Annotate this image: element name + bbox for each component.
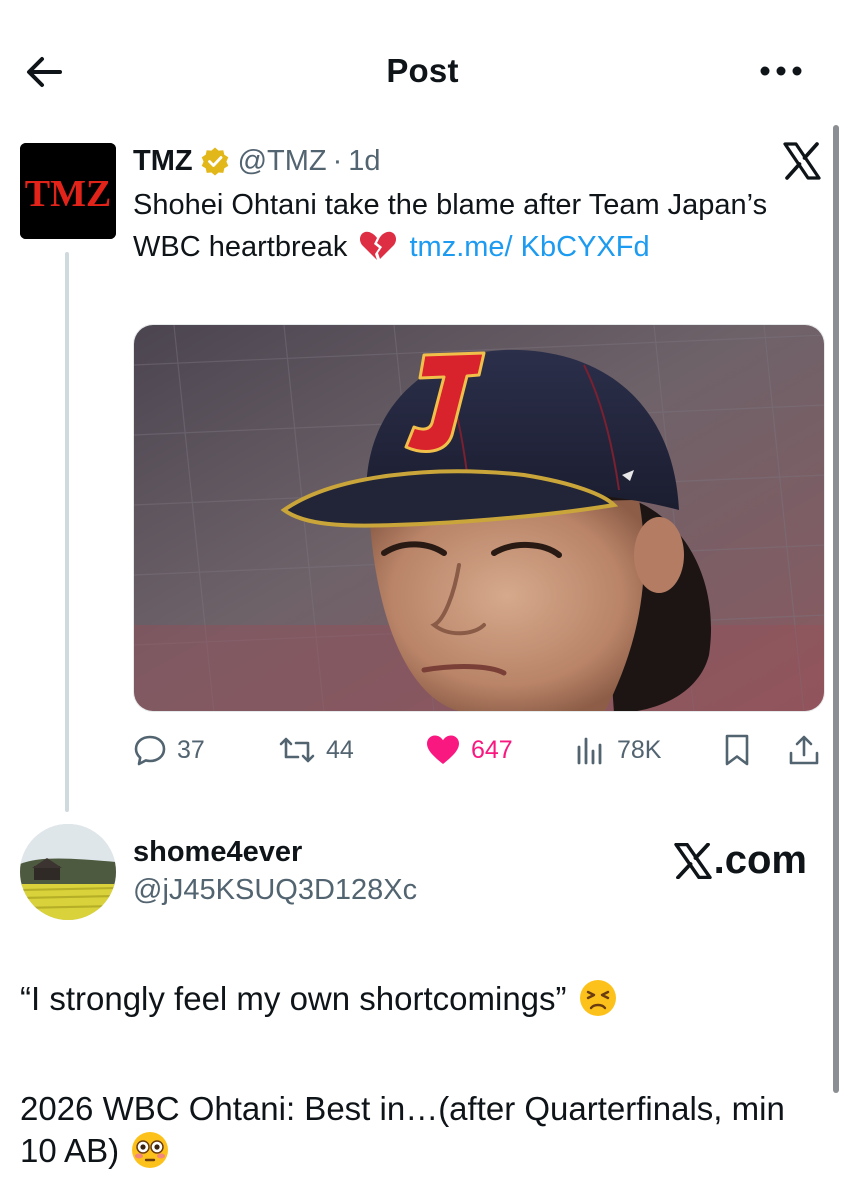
tweet-media-image[interactable] (133, 324, 825, 712)
views-icon (577, 737, 602, 765)
page-title: Post (386, 52, 459, 89)
like-icon (427, 735, 459, 764)
thread-connector (65, 252, 69, 812)
quoted-timestamp[interactable]: 1d (348, 145, 380, 178)
post-text-line-1: “I strongly feel my own shortcomings” (20, 978, 810, 1020)
tmz-avatar[interactable]: TMZ (20, 143, 116, 239)
quoted-author-handle[interactable]: @TMZ (238, 145, 327, 178)
repost-count: 44 (326, 735, 354, 764)
author-name[interactable]: shome4ever (133, 836, 302, 869)
repost-button[interactable]: 44 (278, 728, 354, 772)
separator-dot: · (332, 144, 343, 177)
tweet-link[interactable]: tmz.me/ KbCYXFd (409, 231, 649, 263)
top-bar: Post (0, 0, 845, 140)
tmz-logo-text: TMZ (25, 173, 112, 215)
views-button[interactable]: 78K (573, 728, 661, 772)
reply-count: 37 (177, 735, 205, 764)
x-com-watermark: .com (673, 838, 807, 883)
quoted-tweet-text: Shohei Ohtani take the blame after Team … (133, 184, 773, 268)
post-text-line-2: 2026 WBC Ohtani: Best in…(after Quarterf… (20, 1088, 810, 1172)
x-logo-icon (673, 842, 712, 879)
user-avatar[interactable] (20, 824, 116, 920)
like-button[interactable]: 647 (425, 728, 513, 772)
reply-icon (134, 735, 166, 766)
persevering-face-emoji-icon (579, 980, 616, 1016)
share-button[interactable] (787, 728, 821, 772)
quoted-tweet-header: TMZ @TMZ · 1d (133, 141, 381, 181)
broken-heart-emoji-icon (360, 231, 397, 260)
bookmark-button[interactable] (721, 728, 753, 772)
bookmark-icon (725, 734, 749, 766)
flushed-face-emoji-icon (132, 1132, 169, 1168)
tweet-action-bar: 37 44 647 78K (133, 728, 823, 772)
author-handle[interactable]: @jJ45KSUQ3D128Xc (133, 874, 417, 907)
x-com-text: .com (713, 838, 807, 882)
views-count: 78K (617, 735, 662, 764)
quoted-author-name[interactable]: TMZ (133, 145, 193, 178)
more-icon[interactable] (759, 56, 807, 86)
verified-icon (201, 147, 228, 176)
scrollbar[interactable] (833, 125, 839, 1093)
reply-button[interactable]: 37 (133, 728, 205, 772)
share-icon (789, 735, 819, 765)
post-quote-text: “I strongly feel my own shortcomings” (20, 980, 567, 1017)
x-logo-icon[interactable] (782, 142, 822, 180)
like-count: 647 (471, 735, 513, 764)
repost-icon (279, 737, 315, 763)
